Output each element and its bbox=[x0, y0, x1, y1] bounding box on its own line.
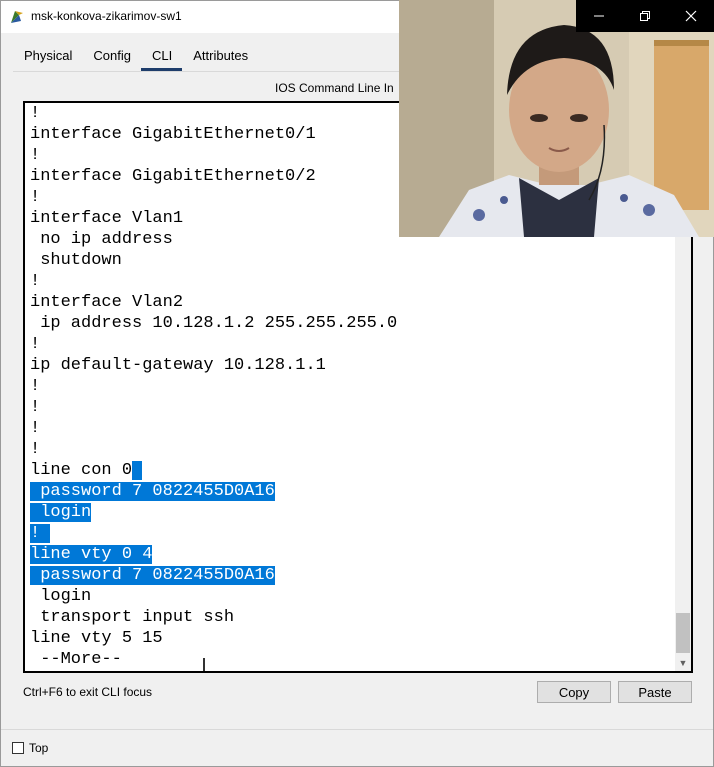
tab-attributes[interactable]: Attributes bbox=[182, 43, 258, 71]
terminal-line-text: line con 0 bbox=[30, 461, 133, 480]
footer-divider bbox=[1, 729, 713, 730]
terminal-line-text: ip default-gateway 10.128.1.1 bbox=[30, 356, 326, 375]
terminal-line-text: interface GigabitEthernet0/2 bbox=[30, 167, 316, 186]
terminal-line-text: login bbox=[30, 587, 92, 606]
terminal-line-text: interface Vlan1 bbox=[30, 209, 184, 228]
selected-text: login bbox=[30, 503, 92, 522]
selected-text: line vty 0 4 bbox=[30, 545, 153, 564]
terminal-line-text: ! bbox=[30, 104, 41, 123]
selected-text bbox=[132, 461, 143, 480]
terminal-line-text: ip address 10.128.1.2 255.255.255.0 bbox=[30, 314, 398, 333]
terminal-line-text: interface GigabitEthernet0/1 bbox=[30, 125, 316, 144]
window-controls bbox=[576, 0, 714, 32]
selected-text: password 7 0822455D0A16 bbox=[30, 482, 275, 501]
terminal-line-text: no ip address bbox=[30, 230, 173, 249]
terminal-line: ! bbox=[30, 271, 675, 292]
terminal-line-text: line vty 5 15 bbox=[30, 629, 163, 648]
terminal-line: line vty 5 15 bbox=[30, 628, 675, 649]
terminal-line: login bbox=[30, 502, 675, 523]
terminal-line: ! bbox=[30, 334, 675, 355]
section-title: IOS Command Line In bbox=[275, 81, 394, 95]
terminal-line: ! bbox=[30, 418, 675, 439]
scroll-thumb[interactable] bbox=[676, 613, 690, 653]
top-checkbox-row[interactable]: Top bbox=[12, 741, 48, 755]
selected-text: ! bbox=[30, 524, 51, 543]
terminal-line: ! bbox=[30, 397, 675, 418]
terminal-line-text: ! bbox=[30, 419, 41, 438]
close-button[interactable] bbox=[668, 0, 714, 32]
tab-bar: Physical Config CLI Attributes bbox=[13, 43, 258, 71]
minimize-icon bbox=[594, 15, 604, 17]
terminal-line: line con 0 bbox=[30, 460, 675, 481]
minimize-button[interactable] bbox=[576, 0, 622, 32]
terminal-line: shutdown bbox=[30, 250, 675, 271]
restore-button[interactable] bbox=[622, 0, 668, 32]
terminal-line-text: ! bbox=[30, 188, 41, 207]
tab-config[interactable]: Config bbox=[82, 43, 141, 71]
paste-button[interactable]: Paste bbox=[618, 681, 692, 703]
terminal-line-text: shutdown bbox=[30, 251, 122, 270]
terminal-line: password 7 0822455D0A16 bbox=[30, 565, 675, 586]
scroll-down-icon[interactable]: ▼ bbox=[675, 655, 691, 671]
terminal-line-text: ! bbox=[30, 398, 41, 417]
terminal-line-text: --More-- bbox=[30, 650, 122, 669]
terminal-line: ! bbox=[30, 439, 675, 460]
text-cursor bbox=[203, 658, 205, 671]
selected-text: password 7 0822455D0A16 bbox=[30, 566, 275, 585]
terminal-line-text: ! bbox=[30, 272, 41, 291]
cli-focus-hint: Ctrl+F6 to exit CLI focus bbox=[23, 685, 153, 699]
terminal-line: login bbox=[30, 586, 675, 607]
packet-tracer-icon bbox=[9, 9, 25, 25]
tab-cli[interactable]: CLI bbox=[141, 43, 183, 71]
tab-physical[interactable]: Physical bbox=[13, 43, 82, 71]
top-checkbox[interactable] bbox=[12, 742, 24, 754]
terminal-line: interface Vlan2 bbox=[30, 292, 675, 313]
restore-icon bbox=[640, 11, 650, 21]
terminal-line: ip default-gateway 10.128.1.1 bbox=[30, 355, 675, 376]
copy-button[interactable]: Copy bbox=[537, 681, 611, 703]
terminal-line-text: interface Vlan2 bbox=[30, 293, 184, 312]
terminal-line: --More-- bbox=[30, 649, 675, 670]
top-checkbox-label: Top bbox=[29, 741, 49, 755]
terminal-line-text: ! bbox=[30, 335, 41, 354]
terminal-line: ! bbox=[30, 376, 675, 397]
close-icon bbox=[685, 10, 697, 22]
webcam-overlay bbox=[399, 0, 714, 237]
terminal-line-text: ! bbox=[30, 377, 41, 396]
terminal-line: line vty 0 4 bbox=[30, 544, 675, 565]
terminal-line: transport input ssh bbox=[30, 607, 675, 628]
terminal-line: ip address 10.128.1.2 255.255.255.0 bbox=[30, 313, 675, 334]
terminal-line-text: transport input ssh bbox=[30, 608, 235, 627]
terminal-line-text: ! bbox=[30, 146, 41, 165]
terminal-line-text: ! bbox=[30, 440, 41, 459]
terminal-line: password 7 0822455D0A16 bbox=[30, 481, 675, 502]
window-title: msk-konkova-zikarimov-sw1 bbox=[31, 9, 182, 23]
terminal-line: ! bbox=[30, 523, 675, 544]
webcam-image bbox=[399, 0, 714, 237]
